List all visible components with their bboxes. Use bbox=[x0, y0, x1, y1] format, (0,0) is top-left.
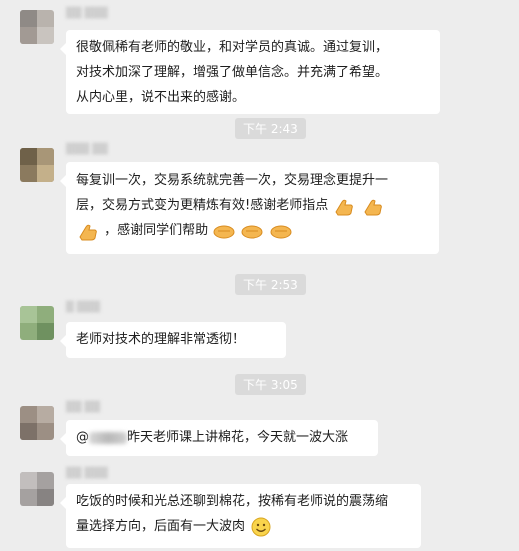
avatar[interactable] bbox=[20, 306, 54, 340]
avatar[interactable] bbox=[20, 406, 54, 440]
sender-name: ██ ███ bbox=[66, 8, 108, 19]
thumbs-up-icon bbox=[363, 199, 382, 215]
timestamp: 下午 3:05 bbox=[235, 374, 306, 395]
sender-name: ██ ███ bbox=[66, 468, 108, 479]
message-text-line: 层，交易方式变为更精炼有效!感谢老师指点 bbox=[76, 193, 429, 218]
thumbs-up-icon bbox=[335, 199, 354, 215]
message-text-line: @ 昨天老师课上讲棉花，今天就一波大涨 bbox=[76, 430, 349, 445]
handshake-icon bbox=[270, 225, 292, 238]
avatar[interactable] bbox=[20, 148, 54, 182]
message-bubble[interactable]: 很敬佩稀有老师的敬业，和对学员的真诚。通过复训， 对技术加深了理解，增强了做单信… bbox=[60, 30, 440, 114]
message-text-line: 量选择方向，后面有一大波肉 bbox=[76, 514, 411, 539]
message-bubble[interactable]: 每复训一次，交易系统就完善一次，交易理念更提升一 层，交易方式变为更精炼有效!感… bbox=[60, 162, 439, 254]
timestamp: 下午 2:53 bbox=[235, 274, 306, 295]
handshake-icon bbox=[241, 225, 263, 238]
message-text-line: 每复训一次，交易系统就完善一次，交易理念更提升一 bbox=[76, 173, 389, 188]
timestamp: 下午 2:43 bbox=[235, 118, 306, 139]
sender-name: ██ ██ bbox=[66, 402, 100, 413]
message-text-line: ，感谢同学们帮助 bbox=[76, 218, 429, 243]
sender-name: ███ ██ bbox=[66, 144, 108, 155]
message-text-line: 老师对技术的理解非常透彻！ bbox=[76, 332, 246, 347]
handshake-icon bbox=[213, 225, 235, 238]
avatar[interactable] bbox=[20, 472, 54, 506]
smile-emoji-icon bbox=[251, 517, 271, 536]
message-bubble[interactable]: 老师对技术的理解非常透彻！ bbox=[60, 322, 286, 358]
thumbs-up-icon bbox=[79, 224, 97, 240]
message-bubble[interactable]: 吃饭的时候和光总还聊到棉花，按稀有老师说的震荡缩 量选择方向，后面有一大波肉 bbox=[60, 484, 421, 548]
avatar[interactable] bbox=[20, 10, 54, 44]
message-text-line: 吃饭的时候和光总还聊到棉花，按稀有老师说的震荡缩 bbox=[76, 494, 389, 509]
message-text-line: 从内心里，说不出来的感谢。 bbox=[76, 90, 246, 105]
message-bubble[interactable]: @ 昨天老师课上讲棉花，今天就一波大涨 bbox=[60, 420, 378, 456]
sender-name: █ ███ bbox=[66, 302, 100, 313]
message-text-line: 对技术加深了理解，增强了做单信念。并充满了希望。 bbox=[76, 65, 389, 80]
mentioned-user[interactable] bbox=[89, 431, 127, 444]
message-text-line: 很敬佩稀有老师的敬业，和对学员的真诚。通过复训， bbox=[76, 40, 389, 55]
